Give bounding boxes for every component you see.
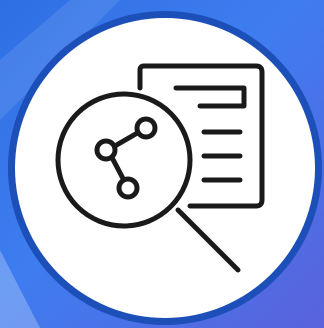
app-icon-tile[interactable] (0, 0, 324, 328)
document-search-share-icon (0, 0, 324, 328)
